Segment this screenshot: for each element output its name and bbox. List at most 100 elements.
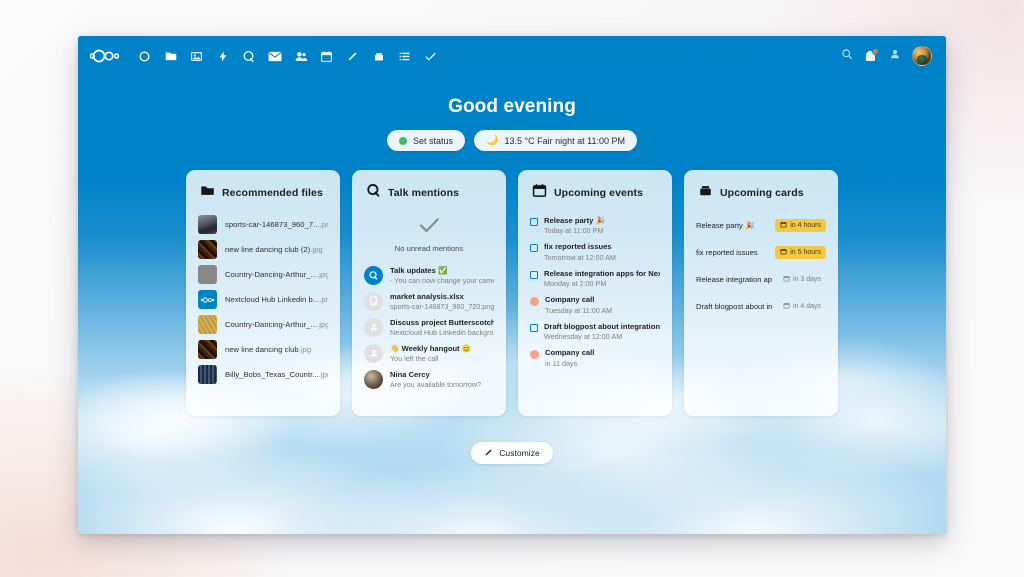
card-row[interactable]: fix reported issues in 5 hours <box>694 239 828 266</box>
user-avatar[interactable] <box>912 46 932 66</box>
widget-title: Upcoming events <box>554 187 644 199</box>
nav-files[interactable] <box>158 43 183 69</box>
app-navigation <box>132 43 443 69</box>
event-dot-marker <box>530 297 539 306</box>
card-row[interactable]: Release integration apps for... in 3 day… <box>694 266 828 293</box>
nav-lists[interactable] <box>392 43 417 69</box>
mention-row[interactable]: market analysis.xlsx sports-car-146873_9… <box>362 288 496 314</box>
event-row[interactable]: Company call Tuesday at 11:00 AM <box>528 292 662 319</box>
nav-tasks[interactable] <box>418 43 443 69</box>
event-time: Tomorrow at 12:00 AM <box>544 252 616 262</box>
nav-activity[interactable] <box>210 43 235 69</box>
file-row[interactable]: sports-car-146873_960_7....png <box>196 212 330 237</box>
file-extension: .png <box>319 295 328 304</box>
notifications-bell-icon[interactable] <box>864 48 879 63</box>
nav-calendar[interactable] <box>314 43 339 69</box>
widget-talk-mentions: Talk mentions No unread mentions Talk up… <box>352 170 506 416</box>
contacts-menu-icon[interactable] <box>889 47 901 65</box>
event-row[interactable]: Release party 🎉 Today at 11:00 PM <box>528 212 662 239</box>
card-title-text: fix reported issues <box>696 248 758 257</box>
card-due-badge: in 3 days <box>778 273 826 286</box>
file-row[interactable]: Country-Dancing-Arthur_....jpg <box>196 312 330 337</box>
file-row[interactable]: Billy_Bobs_Texas_Countr....jpg <box>196 362 330 387</box>
calendar-icon <box>532 183 547 203</box>
conversation-avatar <box>364 291 383 311</box>
file-row[interactable]: new line dancing club (2).jpg <box>196 237 330 262</box>
customize-section: Customize <box>78 442 946 464</box>
nav-deck[interactable] <box>366 43 391 69</box>
file-row[interactable]: new line dancing club.jpg <box>196 337 330 362</box>
event-checkbox[interactable] <box>530 244 538 252</box>
file-extension: .jpg <box>318 370 328 379</box>
event-row[interactable]: Draft blogpost about integration Wednesd… <box>528 318 662 345</box>
nav-talk[interactable] <box>236 43 261 69</box>
status-pills: Set status 🌙 13.5 °C Fair night at 11:00… <box>78 130 946 151</box>
mention-subtitle: - You can now change your camer... <box>390 275 494 285</box>
card-due-text: in 5 hours <box>790 249 821 256</box>
set-status-label: Set status <box>413 135 454 146</box>
status-online-dot <box>399 136 407 145</box>
event-dot-marker <box>530 350 539 359</box>
file-name: Nextcloud Hub Linkedin b... <box>225 295 320 304</box>
file-extension: .jpg <box>317 320 328 329</box>
customize-button[interactable]: Customize <box>471 442 553 464</box>
mention-title: Nina Cercy <box>390 369 430 379</box>
file-name: Country-Dancing-Arthur_... <box>225 320 318 329</box>
event-time: Tuesday at 11:00 AM <box>545 305 613 315</box>
file-name: Country-Dancing-Arthur_... <box>225 270 318 279</box>
deck-icon <box>698 183 713 203</box>
event-row[interactable]: fix reported issues Tomorrow at 12:00 AM <box>528 239 662 266</box>
conversation-avatar <box>364 343 383 363</box>
card-row[interactable]: Release party 🎉 in 4 hours <box>694 212 828 239</box>
conversation-avatar <box>364 265 383 285</box>
nav-photos[interactable] <box>184 43 209 69</box>
event-checkbox[interactable] <box>530 217 538 226</box>
dashboard-widgets: Recommended files sports-car-146873_960_… <box>78 170 946 416</box>
widget-upcoming-cards: Upcoming cards Release party 🎉 in 4 hour… <box>684 170 838 416</box>
mention-title: Talk updates ✅ <box>390 265 448 275</box>
mention-row[interactable]: Discuss project Butterscotch Nextcloud H… <box>362 314 496 340</box>
mention-row[interactable]: Nina Cercy Are you available tomorrow? <box>362 366 496 392</box>
file-row[interactable]: Country-Dancing-Arthur_....jpg <box>196 262 330 287</box>
event-title: Release integration apps for Nextclou... <box>544 268 660 278</box>
weather-status-button[interactable]: 🌙 13.5 °C Fair night at 11:00 PM <box>474 130 637 151</box>
mention-subtitle: Nextcloud Hub Linkedin backgrou... <box>390 327 494 337</box>
event-title: Company call <box>545 348 595 357</box>
nav-mail[interactable] <box>262 43 287 69</box>
card-due-text: in 4 days <box>792 303 821 310</box>
nav-dashboard[interactable] <box>132 43 157 69</box>
calendar-badge-icon <box>780 221 787 230</box>
card-row[interactable]: Draft blogpost about integra... in 4 day… <box>694 293 828 320</box>
event-checkbox[interactable] <box>530 323 538 332</box>
nav-notes[interactable] <box>340 43 365 69</box>
mention-title: market analysis.xlsx <box>390 291 464 301</box>
widget-header: Talk mentions <box>366 183 496 203</box>
card-due-badge: in 4 days <box>778 300 826 313</box>
nav-contacts[interactable] <box>288 43 313 69</box>
event-row[interactable]: Release integration apps for Nextclou...… <box>528 265 662 292</box>
mention-subtitle: Are you available tomorrow? <box>390 379 482 389</box>
talk-icon <box>366 183 381 203</box>
search-icon[interactable] <box>841 47 853 65</box>
card-title-text: Draft blogpost about integra... <box>696 302 772 311</box>
pencil-icon <box>484 448 493 459</box>
widget-header: Recommended files <box>200 183 330 203</box>
file-row[interactable]: Nextcloud Hub Linkedin b....png <box>196 287 330 312</box>
file-thumbnail <box>198 315 217 334</box>
mention-title: 👋 Weekly hangout 😊 <box>390 343 472 353</box>
greeting-section: Good evening Set status 🌙 13.5 °C Fair n… <box>78 76 946 151</box>
mention-row[interactable]: 👋 Weekly hangout 😊 You left the call <box>362 340 496 366</box>
widget-title: Talk mentions <box>388 187 460 199</box>
file-thumbnail <box>198 340 217 359</box>
empty-state-text: No unread mentions <box>394 244 464 253</box>
event-title: Release party 🎉 <box>544 215 605 225</box>
nextcloud-logo[interactable] <box>89 47 120 65</box>
set-status-button[interactable]: Set status <box>387 130 466 151</box>
file-name: sports-car-146873_960_7... <box>225 220 320 229</box>
notification-badge <box>872 48 879 55</box>
event-row[interactable]: Company call in 11 days <box>528 345 662 372</box>
empty-state-check-icon <box>362 213 496 237</box>
mention-row[interactable]: Talk updates ✅ - You can now change your… <box>362 262 496 288</box>
event-checkbox[interactable] <box>530 270 538 279</box>
card-due-badge: in 4 hours <box>775 219 826 232</box>
